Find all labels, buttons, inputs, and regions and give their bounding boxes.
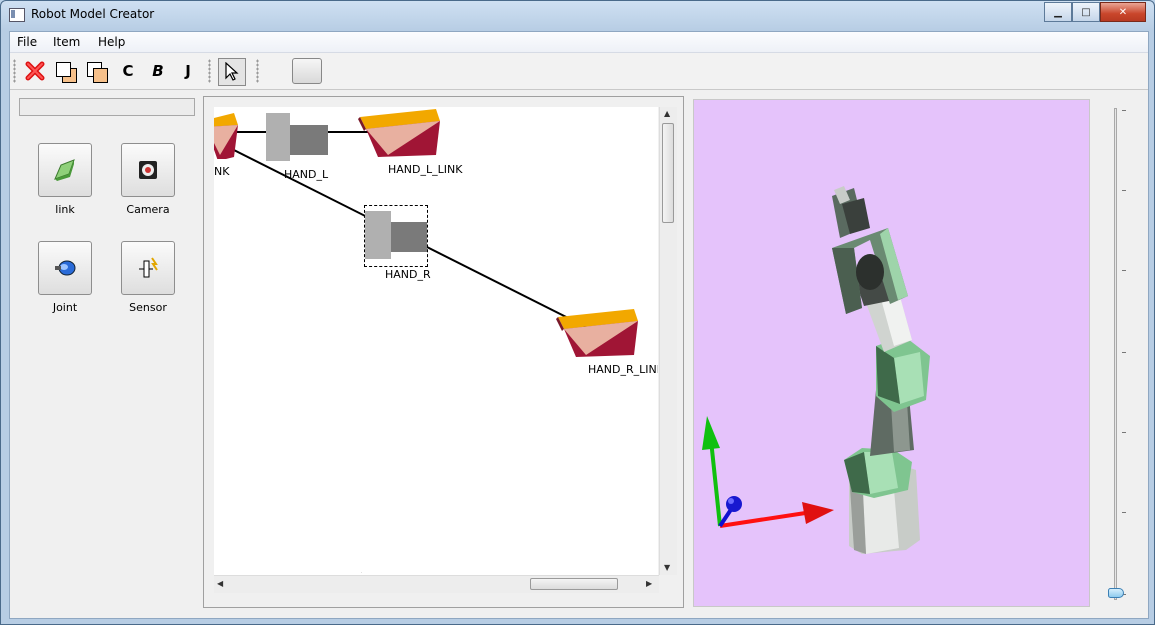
link-node-nk[interactable] — [214, 109, 240, 161]
menu-bar: File Item Help — [10, 32, 1148, 53]
client-area: File Item Help C B J link Camera Joint S… — [9, 31, 1149, 619]
send-back-button[interactable] — [84, 59, 108, 83]
joint-motor-icon — [55, 260, 76, 276]
scroll-thumb-vertical[interactable] — [662, 123, 674, 223]
toolbar-grip-2[interactable] — [208, 59, 211, 83]
toolbar-grip[interactable] — [13, 59, 16, 83]
select-tool-button[interactable] — [218, 58, 246, 86]
link-node-hand-r-link[interactable] — [556, 307, 640, 359]
palette-sensor-button[interactable] — [121, 241, 175, 295]
camera-icon — [139, 161, 157, 179]
scene-vertical-scrollbar[interactable]: ▲ ▼ — [659, 107, 677, 575]
palette-sensor-label: Sensor — [129, 301, 167, 314]
toolbar: C B J — [10, 53, 1148, 90]
menu-help[interactable]: Help — [98, 35, 125, 49]
slider-track[interactable] — [1114, 108, 1117, 600]
scene-horizontal-scrollbar[interactable]: ◀ ▶ — [214, 575, 659, 593]
bring-front-icon — [54, 60, 77, 83]
palette-joint-label: Joint — [52, 301, 78, 314]
bring-front-button[interactable] — [53, 59, 77, 83]
link-node-hand-l-link[interactable] — [358, 107, 442, 159]
link-shape-icon — [214, 113, 238, 161]
maximize-button[interactable]: □ — [1072, 2, 1100, 22]
link-shape-icon — [556, 309, 638, 357]
color-button[interactable] — [292, 58, 322, 84]
scroll-left-arrow-icon[interactable]: ◀ — [217, 579, 223, 588]
joint-node-hand-l[interactable] — [266, 113, 328, 161]
delete-button[interactable] — [23, 59, 47, 83]
main-window: Robot Model Creator ▁ □ ✕ File Item Help — [0, 0, 1155, 625]
joint-left-block — [365, 211, 391, 259]
robot-arm-render — [702, 186, 930, 554]
node-label-nk: NK — [214, 165, 230, 178]
add-camera-c-button[interactable]: C — [116, 59, 140, 83]
node-label-hand-l: HAND_L — [284, 168, 329, 181]
toolbar-grip-3[interactable] — [256, 59, 259, 83]
palette-camera-button[interactable] — [121, 143, 175, 197]
send-back-icon — [85, 60, 108, 83]
svg-text:.: . — [361, 570, 362, 574]
slider-tick — [1122, 270, 1126, 271]
palette-link-button[interactable] — [38, 143, 92, 197]
pointer-arrow-icon — [225, 62, 239, 81]
joint-left-block — [266, 113, 290, 161]
red-x-icon — [25, 61, 45, 81]
add-joint-j-button[interactable]: J — [176, 59, 200, 83]
slider-tick — [1122, 512, 1126, 513]
zoom-slider[interactable] — [1106, 102, 1136, 608]
slider-tick — [1122, 190, 1126, 191]
node-label-hand-r: HAND_R — [385, 268, 431, 281]
slider-tick — [1122, 352, 1126, 353]
scroll-down-arrow-icon[interactable]: ▼ — [664, 563, 670, 572]
joint-right-block — [391, 222, 427, 252]
scene-graph-canvas[interactable]: . NK HAND_L HAND_L_LINK HAND_R HAND_R_LI… — [214, 107, 658, 575]
scroll-up-arrow-icon[interactable]: ▲ — [664, 109, 670, 118]
palette-filter-field[interactable] — [19, 98, 195, 116]
joint-right-block — [290, 125, 328, 155]
scroll-right-arrow-icon[interactable]: ▶ — [646, 579, 652, 588]
minimize-button[interactable]: ▁ — [1044, 2, 1072, 22]
3d-viewport[interactable] — [693, 99, 1090, 607]
link-block-icon — [54, 159, 75, 181]
slider-tick — [1122, 110, 1126, 111]
add-body-b-button[interactable]: B — [146, 59, 170, 83]
scene-graph-frame: . NK HAND_L HAND_L_LINK HAND_R HAND_R_LI… — [203, 96, 684, 608]
node-label-hand-l-link: HAND_L_LINK — [388, 163, 463, 176]
slider-tick — [1122, 432, 1126, 433]
link-shape-icon — [358, 109, 440, 157]
app-window-icon — [9, 8, 25, 22]
window-title: Robot Model Creator — [31, 7, 155, 21]
joint-node-hand-r[interactable] — [364, 205, 428, 267]
palette-camera-label: Camera — [126, 203, 170, 216]
menu-item[interactable]: Item — [53, 35, 80, 49]
palette-link-label: link — [55, 203, 75, 216]
menu-file[interactable]: File — [17, 35, 37, 49]
sensor-icon — [139, 257, 158, 278]
slider-thumb[interactable] — [1108, 588, 1124, 598]
palette-panel: link Camera Joint Sensor — [19, 98, 199, 604]
title-bar[interactable]: Robot Model Creator ▁ □ ✕ — [1, 1, 1154, 29]
palette-joint-button[interactable] — [38, 241, 92, 295]
node-label-hand-r-link: HAND_R_LINK — [588, 363, 658, 376]
close-button[interactable]: ✕ — [1100, 2, 1146, 22]
scroll-thumb-horizontal[interactable] — [530, 578, 618, 590]
